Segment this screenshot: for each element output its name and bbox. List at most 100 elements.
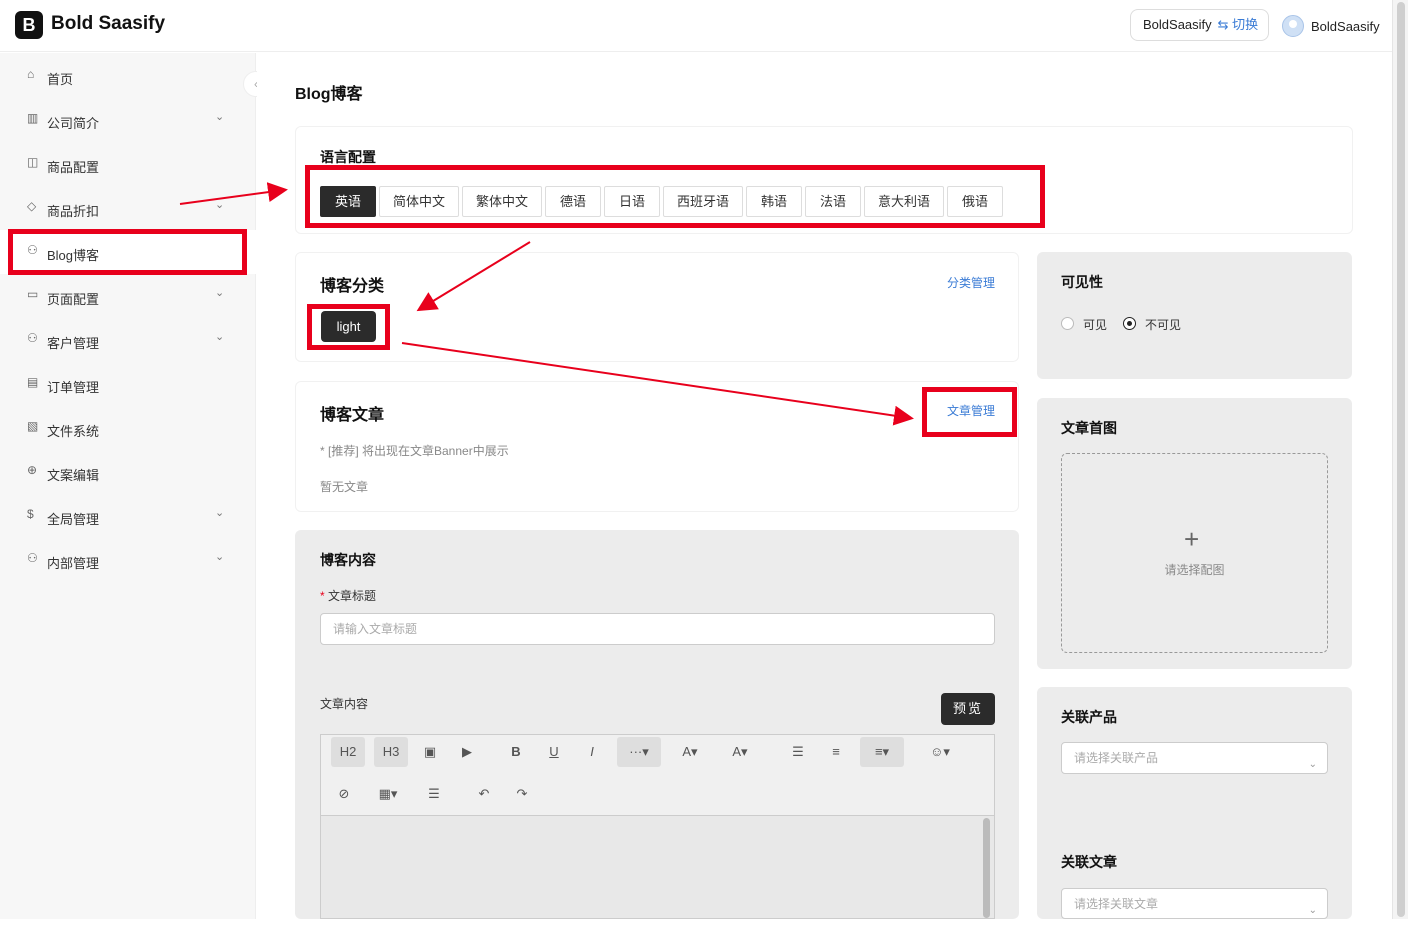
related-articles-select[interactable]: 请选择关联文章 ⌄ — [1061, 888, 1328, 919]
org-switch-button[interactable]: BoldSaasify ⇆ 切换 — [1130, 9, 1269, 41]
rich-text-editor: H2 H3 ▣ ▶ B U I ···▾ A▾ A▾ ☰ ≡ ≡▾ ☺▾ ⊘ ▦… — [320, 734, 995, 919]
divider-icon[interactable]: ☰ — [421, 779, 447, 809]
globe-icon: ⊕ — [27, 463, 38, 477]
box-icon: ◫ — [27, 155, 39, 169]
sidebar-item-label: 内部管理 — [47, 556, 100, 571]
blog-content-title: 博客内容 — [320, 552, 376, 568]
image-icon[interactable]: ▣ — [417, 737, 443, 767]
sidebar-item[interactable]: ⊕ 文案编辑 — [0, 450, 256, 494]
sidebar-item-label: 文案编辑 — [47, 468, 100, 483]
required-mark: * — [320, 589, 325, 603]
sidebar-item-label: 公司简介 — [47, 116, 100, 131]
table-icon[interactable]: ▦▾ — [373, 779, 403, 809]
related-products-title: 关联产品 — [1061, 709, 1117, 725]
chevron-down-icon: ⌄ — [1308, 905, 1317, 916]
italic-button[interactable]: I — [579, 737, 605, 767]
monitor-icon: ▭ — [27, 287, 39, 301]
invisible-label[interactable]: 不可见 — [1145, 316, 1181, 333]
underline-button[interactable]: U — [541, 737, 567, 767]
video-icon[interactable]: ▶ — [454, 737, 480, 767]
user-name[interactable]: BoldSaasify — [1311, 19, 1380, 34]
chevron-down-icon: ⌄ — [215, 111, 225, 123]
article-title-input[interactable]: 请输入文章标题 — [320, 613, 995, 645]
chevron-down-icon: ⌄ — [215, 287, 225, 299]
invisible-radio[interactable] — [1123, 317, 1136, 330]
bullet-list-icon[interactable]: ☰ — [785, 737, 811, 767]
h2-button[interactable]: H2 — [331, 737, 365, 767]
related-products-select[interactable]: 请选择关联产品 ⌄ — [1061, 742, 1328, 774]
sidebar-item[interactable]: ▧ 文件系统 — [0, 406, 256, 450]
annotation-box-sidebar — [8, 229, 247, 275]
sidebar-item[interactable]: ⚇ 内部管理 ⌄ — [0, 538, 256, 582]
preview-button[interactable]: 预览 — [941, 693, 995, 725]
sidebar-item[interactable]: ◫ 商品配置 — [0, 142, 256, 186]
articles-hint: * [推荐] 将出现在文章Banner中展示 — [320, 444, 509, 458]
building-icon: ▥ — [27, 111, 39, 125]
language-config-title: 语言配置 — [320, 149, 376, 165]
align-icon[interactable]: ≡▾ — [860, 737, 904, 767]
annotation-box-languages — [305, 165, 1045, 228]
sidebar-item-label: 商品配置 — [47, 160, 100, 175]
sidebar-item-label: 订单管理 — [47, 380, 100, 395]
editor-scrollbar[interactable] — [983, 818, 990, 918]
avatar[interactable] — [1282, 15, 1304, 37]
emoji-icon[interactable]: ☺▾ — [925, 737, 955, 767]
visible-radio[interactable] — [1061, 317, 1074, 330]
annotation-box-manage — [922, 387, 1017, 437]
sidebar-item[interactable]: ⌂ 首页 — [0, 54, 256, 98]
page-scrollbar[interactable] — [1392, 0, 1408, 919]
editor-toolbar-row-2: ⊘ ▦▾ ☰ ↶ ↷ — [321, 779, 994, 819]
sidebar-item[interactable]: $ 全局管理 ⌄ — [0, 494, 256, 538]
sidebar-item[interactable]: ◇ 商品折扣 ⌄ — [0, 186, 256, 230]
bold-button[interactable]: B — [503, 737, 529, 767]
sidebar-item-label: 页面配置 — [47, 292, 100, 307]
category-manage-link[interactable]: 分类管理 — [947, 274, 995, 291]
chevron-down-icon: ⌄ — [215, 507, 225, 519]
related-articles-title: 关联文章 — [1061, 854, 1117, 870]
bg-color-button[interactable]: A▾ — [723, 737, 757, 767]
plus-icon: + — [1184, 524, 1200, 554]
content-label: 文章内容 — [320, 697, 369, 711]
app-title: Bold Saasify — [51, 13, 166, 34]
visible-label[interactable]: 可见 — [1083, 316, 1107, 333]
sidebar-item[interactable]: ▤ 订单管理 — [0, 362, 256, 406]
chevron-down-icon: ⌄ — [215, 551, 225, 563]
articles-empty: 暂无文章 — [320, 480, 369, 494]
undo-icon[interactable]: ↶ — [471, 779, 497, 809]
chevron-down-icon: ⌄ — [1308, 759, 1317, 770]
users-icon: ⚇ — [27, 331, 38, 345]
file-icon: ▤ — [27, 375, 39, 389]
logo-icon: B — [15, 11, 43, 39]
tag-icon: ◇ — [27, 199, 37, 213]
page-scrollbar-thumb[interactable] — [1397, 2, 1405, 917]
sidebar-item-label: 客户管理 — [47, 336, 100, 351]
sidebar-item-label: 商品折扣 — [47, 204, 100, 219]
switch-link[interactable]: ⇆ 切换 — [1218, 17, 1259, 32]
sidebar-item-label: 文件系统 — [47, 424, 100, 439]
sidebar-item[interactable]: ▥ 公司简介 ⌄ — [0, 98, 256, 142]
link-icon[interactable]: ⊘ — [331, 779, 357, 809]
home-icon: ⌂ — [27, 67, 35, 81]
blog-category-title: 博客分类 — [320, 278, 385, 295]
sidebar-item[interactable]: ▭ 页面配置 ⌄ — [0, 274, 256, 318]
visibility-title: 可见性 — [1061, 274, 1103, 290]
user-icon: ⚇ — [27, 551, 38, 565]
chevron-down-icon: ⌄ — [215, 199, 225, 211]
cover-image-upload[interactable]: + 请选择配图 — [1061, 453, 1328, 653]
blog-category-card — [295, 252, 1019, 362]
more-button[interactable]: ···▾ — [617, 737, 661, 767]
cover-image-title: 文章首图 — [1061, 420, 1117, 436]
chevron-down-icon: ⌄ — [215, 331, 225, 343]
sidebar-item-label: 首页 — [47, 72, 74, 87]
redo-icon[interactable]: ↷ — [509, 779, 535, 809]
org-name: BoldSaasify — [1143, 17, 1212, 32]
sidebar-item-label: 全局管理 — [47, 512, 100, 527]
annotation-box-category — [307, 304, 390, 350]
font-color-button[interactable]: A▾ — [673, 737, 707, 767]
h3-button[interactable]: H3 — [374, 737, 408, 767]
ordered-list-icon[interactable]: ≡ — [823, 737, 849, 767]
sidebar-item[interactable]: ⚇ 客户管理 ⌄ — [0, 318, 256, 362]
page-title: Blog博客 — [295, 86, 363, 103]
folder-icon: ▧ — [27, 419, 39, 433]
editor-body[interactable] — [321, 815, 994, 918]
